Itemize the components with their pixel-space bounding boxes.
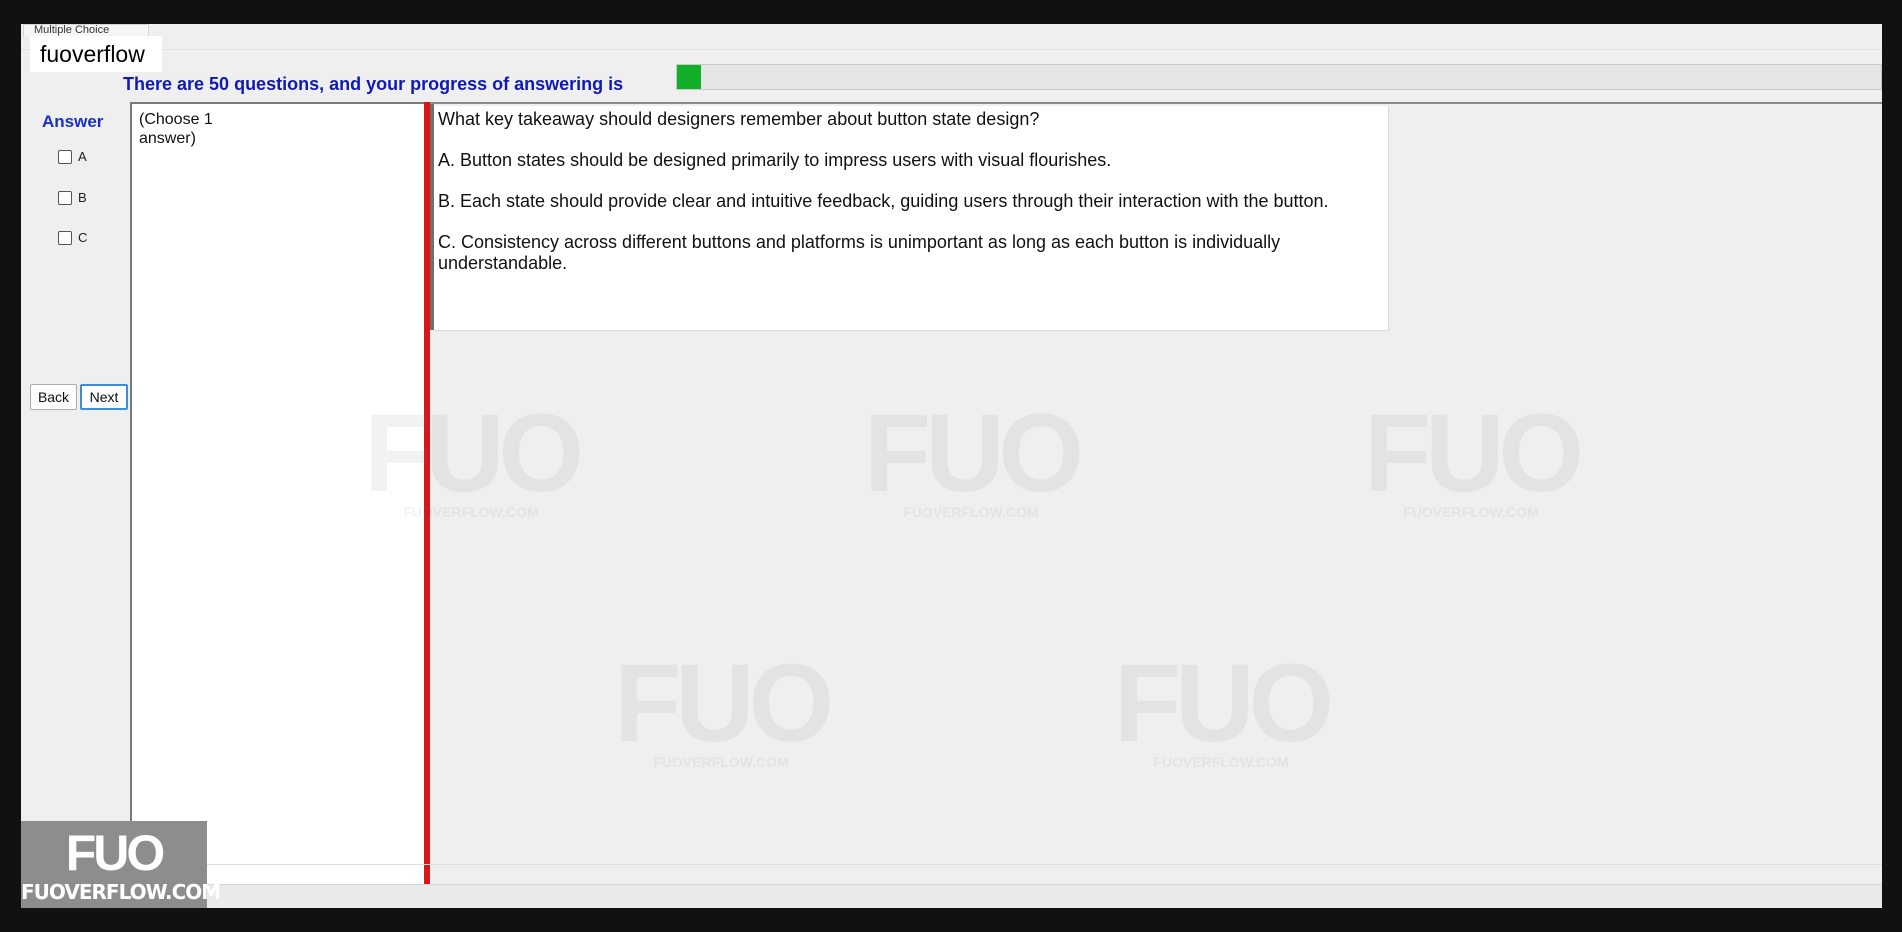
option-a-label: A — [78, 149, 87, 164]
option-b-checkbox[interactable] — [58, 190, 72, 205]
status-bar — [21, 885, 1882, 908]
answer-panel: (Choose 1 answer) — [130, 102, 424, 889]
option-c-label: C — [78, 230, 88, 245]
logo-text: FUOVERFLOW.COM — [21, 880, 221, 904]
watermark: FUOFUOVERFLOW.COM — [613, 642, 834, 771]
watermark: FUOFUOVERFLOW.COM — [863, 392, 1084, 521]
logo-mark: FUO — [65, 825, 166, 881]
option-c-checkbox[interactable] — [58, 230, 72, 245]
answer-instruction: (Choose 1 answer) — [139, 111, 213, 147]
progress-bar — [676, 64, 1882, 90]
divider — [21, 49, 1882, 50]
choice-c-text: C. Consistency across different buttons … — [438, 232, 1281, 273]
option-a-checkbox[interactable] — [58, 149, 72, 164]
option-b[interactable]: B — [58, 190, 87, 205]
answer-heading: Answer — [42, 112, 104, 131]
next-button[interactable]: Next — [80, 384, 128, 410]
watermark: FUOFUOVERFLOW.COM — [1113, 642, 1334, 771]
app-window: Multiple Choice There are 50 questions, … — [21, 24, 1882, 908]
watermark: FUOFUOVERFLOW.COM — [1363, 392, 1584, 521]
fuoverflow-logo: FUO FUOVERFLOW.COM — [21, 821, 221, 908]
choice-b-text: B. Each state should provide clear and i… — [438, 191, 1329, 211]
back-button[interactable]: Back — [30, 384, 77, 410]
option-a[interactable]: A — [58, 149, 87, 164]
choice-a-text: A. Button states should be designed prim… — [438, 150, 1112, 170]
divider — [429, 102, 1882, 104]
progress-label: There are 50 questions, and your progres… — [123, 74, 624, 94]
progress-bar-fill — [677, 65, 702, 89]
question-panel: What key takeaway should designers remem… — [434, 106, 1389, 331]
divider — [21, 864, 1882, 865]
question-text: What key takeaway should designers remem… — [438, 109, 1040, 129]
option-c[interactable]: C — [58, 230, 87, 245]
site-label: fuoverflow — [30, 36, 162, 72]
option-b-label: B — [78, 190, 87, 205]
